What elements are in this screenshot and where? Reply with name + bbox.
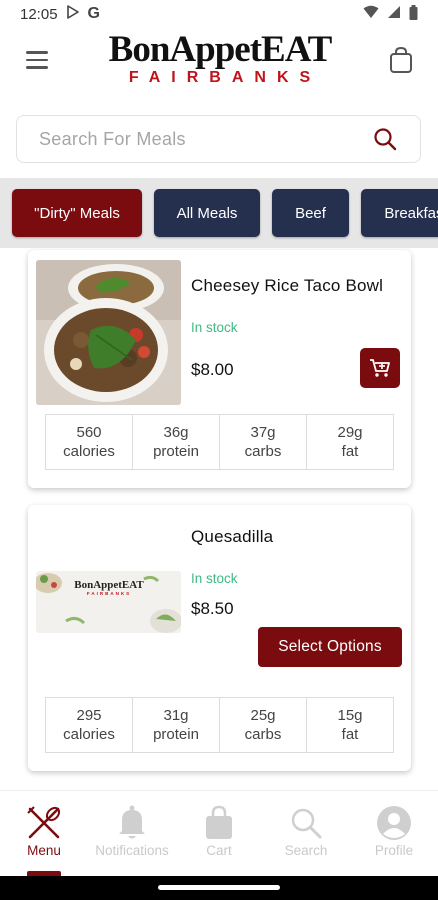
logo-sub-text: FAIRBANKS	[128, 69, 322, 86]
nav-label: Notifications	[95, 843, 169, 858]
shopping-bag-icon	[199, 803, 239, 843]
nav-menu[interactable]: Menu	[0, 803, 88, 858]
category-dirty-meals[interactable]: "Dirty" Meals	[12, 189, 142, 237]
nav-label: Menu	[27, 843, 61, 858]
meal-image	[36, 260, 181, 405]
stock-status: In stock	[191, 571, 238, 586]
image-logo: BonAppetEAT FAIRBANKS	[74, 579, 144, 596]
category-beef[interactable]: Beef	[272, 189, 349, 237]
home-handle[interactable]	[158, 885, 280, 890]
bell-icon	[112, 803, 152, 843]
hamburger-icon	[26, 51, 48, 54]
status-time: 12:05	[20, 5, 58, 23]
battery-icon	[409, 4, 418, 24]
header-cart-button[interactable]	[388, 46, 414, 74]
select-options-label: Select Options	[278, 638, 382, 655]
meal-name: Quesadilla	[191, 527, 274, 546]
play-store-icon	[66, 5, 80, 23]
search-input[interactable]	[39, 128, 372, 150]
wifi-icon	[363, 5, 379, 23]
nav-label: Profile	[374, 843, 414, 858]
add-to-cart-icon	[370, 359, 390, 377]
meal-list: Cheesey Rice Taco Bowl In stock $8.00 56…	[0, 248, 438, 790]
category-strip: "Dirty" Meals All Meals Beef Breakfast	[0, 178, 438, 248]
nutrition-carbs: 37g carbs	[220, 415, 307, 469]
logo-main-text: BonAppetEAT	[108, 29, 333, 70]
app-logo: BonAppetEAT FAIRBANKS	[100, 30, 340, 96]
user-circle-icon	[374, 803, 414, 843]
meal-name: Cheesey Rice Taco Bowl	[191, 276, 384, 295]
nutrition-fat: 15g fat	[337, 707, 363, 743]
nutrition-row: 560 calories 36g protein 37g carbs 29g f…	[45, 414, 394, 470]
nutrition-calories: 295 calories	[46, 698, 133, 752]
nutrition-calories: 560 calories	[46, 415, 133, 469]
meal-price: $8.50	[191, 599, 234, 618]
status-bar: 12:05 G	[0, 0, 438, 28]
category-label: "Dirty" Meals	[34, 204, 120, 222]
search-icon[interactable]	[372, 126, 398, 152]
category-label: All Meals	[176, 204, 238, 222]
nutrition-carbs: 25g carbs	[220, 698, 307, 752]
search-bar	[16, 115, 421, 163]
search-icon	[286, 803, 326, 843]
stock-status: In stock	[191, 320, 238, 335]
nav-label: Cart	[206, 843, 232, 858]
signal-icon	[387, 5, 401, 23]
nav-profile[interactable]: Profile	[350, 803, 438, 858]
shopping-bag-icon	[390, 46, 412, 73]
nav-search[interactable]: Search	[262, 803, 350, 858]
category-label: Breakfast	[384, 204, 438, 222]
meal-image: BonAppetEAT FAIRBANKS	[36, 571, 181, 633]
meal-card[interactable]: Quesadilla BonAppetEAT FAIRBANKS In stoc…	[28, 505, 411, 771]
nutrition-fat: 29g fat	[337, 424, 363, 460]
google-icon: G	[87, 5, 100, 22]
nutrition-row: 295 calories 31g protein 25g carbs 15g f…	[45, 697, 394, 753]
nutrition-protein: 36g protein	[133, 415, 220, 469]
select-options-button[interactable]: Select Options	[258, 627, 402, 667]
category-breakfast[interactable]: Breakfast	[361, 189, 438, 237]
app-header: BonAppetEAT FAIRBANKS	[0, 28, 438, 108]
nav-label: Search	[284, 843, 328, 858]
meal-price: $8.00	[191, 360, 234, 379]
meal-card[interactable]: Cheesey Rice Taco Bowl In stock $8.00 56…	[28, 250, 411, 488]
hamburger-menu-button[interactable]	[22, 46, 52, 74]
nav-cart[interactable]: Cart	[175, 803, 263, 858]
add-to-cart-button[interactable]	[360, 348, 400, 388]
system-nav-bar	[0, 876, 438, 900]
nutrition-protein: 31g protein	[133, 698, 220, 752]
category-all-meals[interactable]: All Meals	[154, 189, 260, 237]
category-label: Beef	[295, 204, 326, 222]
nav-notifications[interactable]: Notifications	[88, 803, 176, 858]
utensils-icon	[24, 803, 64, 843]
bottom-nav: Menu Notifications Cart Search Profile	[0, 790, 438, 877]
